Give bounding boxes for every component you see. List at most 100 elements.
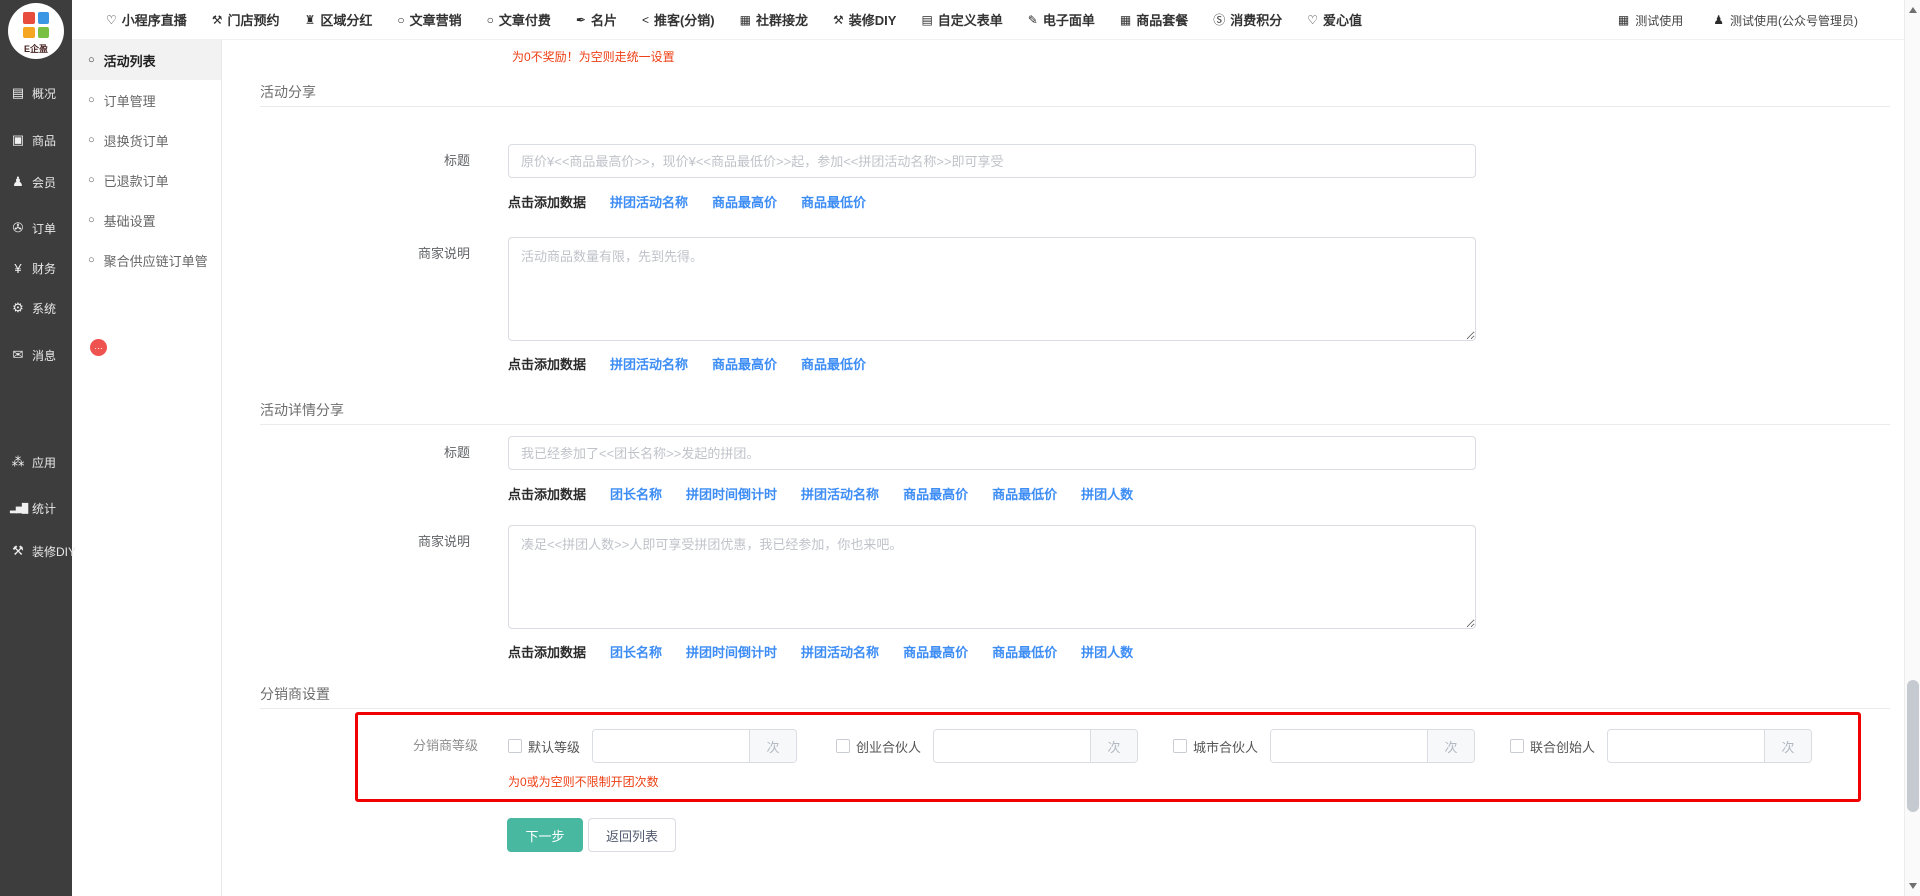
user-name-label: 测试使用(公众号管理员)	[1730, 12, 1858, 29]
insert-link-countdown[interactable]: 拼团时间倒计时	[686, 484, 777, 503]
insert-link-max-price[interactable]: 商品最高价	[903, 642, 968, 661]
sidebar-item-apps[interactable]: ⁂ 应用	[0, 442, 72, 482]
submenu-item-activity-list[interactable]: ○ 活动列表	[72, 40, 221, 80]
insert-link-max-price[interactable]: 商品最高价	[903, 484, 968, 503]
points-s-icon: Ⓢ	[1213, 11, 1225, 28]
share-desc-label: 商家说明	[222, 237, 470, 271]
nav-item-promoter-distribution[interactable]: < 推客(分销)	[642, 10, 715, 29]
radio-circle-icon: ○	[88, 54, 95, 66]
back-to-list-button[interactable]: 返回列表	[588, 818, 676, 852]
nav-label: 区域分红	[320, 10, 372, 29]
brand-logo[interactable]: E企盈	[8, 3, 64, 59]
level-group-default: 默认等级 次	[508, 729, 797, 763]
scrollbar-thumb[interactable]	[1907, 680, 1919, 812]
insert-link-min-price[interactable]: 商品最低价	[992, 484, 1057, 503]
insert-link-min-price[interactable]: 商品最低价	[801, 192, 866, 211]
gear-icon: ⚙	[10, 300, 26, 316]
share-desc-textarea[interactable]	[508, 237, 1476, 341]
share-title-input[interactable]	[508, 144, 1476, 178]
sidebar-item-messages[interactable]: ✉ 消息 …	[0, 335, 72, 375]
submenu-item-supply-chain-orders[interactable]: ○ 聚合供应链订单管	[72, 240, 221, 280]
level-label: 默认等级	[528, 737, 580, 756]
sidebar-item-statistics[interactable]: ▂▅█ 统计	[0, 488, 72, 528]
sidebar-item-decorate-diy[interactable]: ⚒ 装修DIY	[0, 531, 72, 571]
next-step-button[interactable]: 下一步	[507, 818, 583, 852]
test-use-menu[interactable]: ▦ 测试使用	[1618, 12, 1683, 29]
sidebar-item-label: 统计	[32, 500, 56, 517]
circle-icon: ○	[487, 13, 494, 27]
nav-item-love-value[interactable]: ♡ 爱心值	[1307, 10, 1362, 29]
detail-title-input[interactable]	[508, 436, 1476, 470]
main-content: 为0不奖励！为空则走统一设置 活动分享 标题 点击添加数据 拼团活动名称 商品最…	[222, 40, 1904, 896]
insert-link-min-price[interactable]: 商品最低价	[801, 354, 866, 373]
section-divider	[260, 106, 1890, 107]
nav-label: 小程序直播	[122, 10, 187, 29]
nav-item-consume-points[interactable]: Ⓢ 消费积分	[1213, 10, 1282, 29]
insert-link-activity-name[interactable]: 拼团活动名称	[801, 484, 879, 503]
nav-item-decorate-diy[interactable]: ⚒ 装修DIY	[833, 10, 896, 29]
submenu-item-refunded-orders[interactable]: ○ 已退款订单	[72, 160, 221, 200]
insert-link-max-price[interactable]: 商品最高价	[712, 192, 777, 211]
nav-item-mini-program-live[interactable]: ♡ 小程序直播	[106, 10, 187, 29]
sidebar-item-finance[interactable]: ¥ 财务	[0, 248, 72, 288]
nav-item-article-marketing[interactable]: ○ 文章营销	[397, 10, 461, 29]
nav-item-custom-form[interactable]: ▤ 自定义表单	[921, 10, 1002, 29]
sidebar-item-orders[interactable]: ✇ 订单	[0, 208, 72, 248]
section-title-activity-share: 活动分享	[260, 82, 316, 102]
hammer-icon: ⚒	[10, 543, 26, 559]
co-founder-checkbox[interactable]	[1510, 739, 1524, 753]
insert-link-countdown[interactable]: 拼团时间倒计时	[686, 642, 777, 661]
insert-link-activity-name[interactable]: 拼团活动名称	[610, 354, 688, 373]
city-partner-times-input[interactable]	[1271, 730, 1427, 762]
vertical-scrollbar[interactable]	[1904, 0, 1920, 896]
insert-link-group-size[interactable]: 拼团人数	[1081, 642, 1133, 661]
top-bar: ♡ 小程序直播 ⚒ 门店预约 ♜ 区域分红 ○ 文章营销 ○ 文章付费 ✒ 名片…	[72, 0, 1904, 40]
add-data-caption: 点击添加数据	[508, 642, 586, 661]
sidebar-item-overview[interactable]: ▤ 概况	[0, 73, 72, 113]
submenu-item-order-management[interactable]: ○ 订单管理	[72, 80, 221, 120]
add-data-caption: 点击添加数据	[508, 484, 586, 503]
sidebar-item-label: 商品	[32, 132, 56, 149]
scroll-up-arrow-icon[interactable]	[1909, 7, 1917, 13]
nav-label: 商品套餐	[1136, 10, 1188, 29]
nav-item-region-bonus[interactable]: ♜ 区域分红	[305, 10, 373, 29]
left-rail: E企盈 ▤ 概况 ▣ 商品 ♟ 会员 ✇ 订单 ¥ 财务 ⚙ 系统 ✉ 消息 ……	[0, 0, 72, 896]
insert-link-leader-name[interactable]: 团长名称	[610, 642, 662, 661]
detail-desc-textarea[interactable]	[508, 525, 1476, 629]
sidebar-item-system[interactable]: ⚙ 系统	[0, 288, 72, 328]
default-level-times-input[interactable]	[593, 730, 749, 762]
default-level-checkbox[interactable]	[508, 739, 522, 753]
nav-item-product-package[interactable]: ▦ 商品套餐	[1120, 10, 1188, 29]
nav-item-e-waybill[interactable]: ✎ 电子面单	[1028, 10, 1095, 29]
user-icon: ♟	[1713, 13, 1724, 27]
submenu-item-return-exchange-orders[interactable]: ○ 退换货订单	[72, 120, 221, 160]
sidebar-item-goods[interactable]: ▣ 商品	[0, 120, 72, 160]
nav-item-group-solitaire[interactable]: ▦ 社群接龙	[740, 10, 808, 29]
insert-link-leader-name[interactable]: 团长名称	[610, 484, 662, 503]
submenu-item-basic-settings[interactable]: ○ 基础设置	[72, 200, 221, 240]
trophy-icon: ♜	[305, 13, 316, 27]
scroll-down-arrow-icon[interactable]	[1909, 883, 1917, 889]
insert-link-group-size[interactable]: 拼团人数	[1081, 484, 1133, 503]
nav-item-store-booking[interactable]: ⚒ 门店预约	[212, 10, 280, 29]
nav-label: 文章营销	[410, 10, 462, 29]
startup-partner-times-input[interactable]	[934, 730, 1090, 762]
city-partner-checkbox[interactable]	[1173, 739, 1187, 753]
unit-times-addon: 次	[1427, 730, 1474, 762]
insert-link-activity-name[interactable]: 拼团活动名称	[801, 642, 879, 661]
sidebar-item-label: 财务	[32, 260, 56, 277]
share-icon: <	[642, 13, 649, 27]
sidebar-item-label: 应用	[32, 454, 56, 471]
startup-partner-checkbox[interactable]	[836, 739, 850, 753]
nav-label: 社群接龙	[756, 10, 808, 29]
insert-link-activity-name[interactable]: 拼团活动名称	[610, 192, 688, 211]
goods-box-icon: ▣	[10, 132, 26, 148]
sidebar-item-members[interactable]: ♟ 会员	[0, 162, 72, 202]
current-user-menu[interactable]: ♟ 测试使用(公众号管理员)	[1713, 12, 1858, 29]
nav-item-business-card[interactable]: ✒ 名片	[576, 10, 617, 29]
co-founder-times-input[interactable]	[1608, 730, 1764, 762]
sidebar-item-label: 会员	[32, 174, 56, 191]
nav-item-article-paid[interactable]: ○ 文章付费	[487, 10, 551, 29]
insert-link-max-price[interactable]: 商品最高价	[712, 354, 777, 373]
insert-link-min-price[interactable]: 商品最低价	[992, 642, 1057, 661]
